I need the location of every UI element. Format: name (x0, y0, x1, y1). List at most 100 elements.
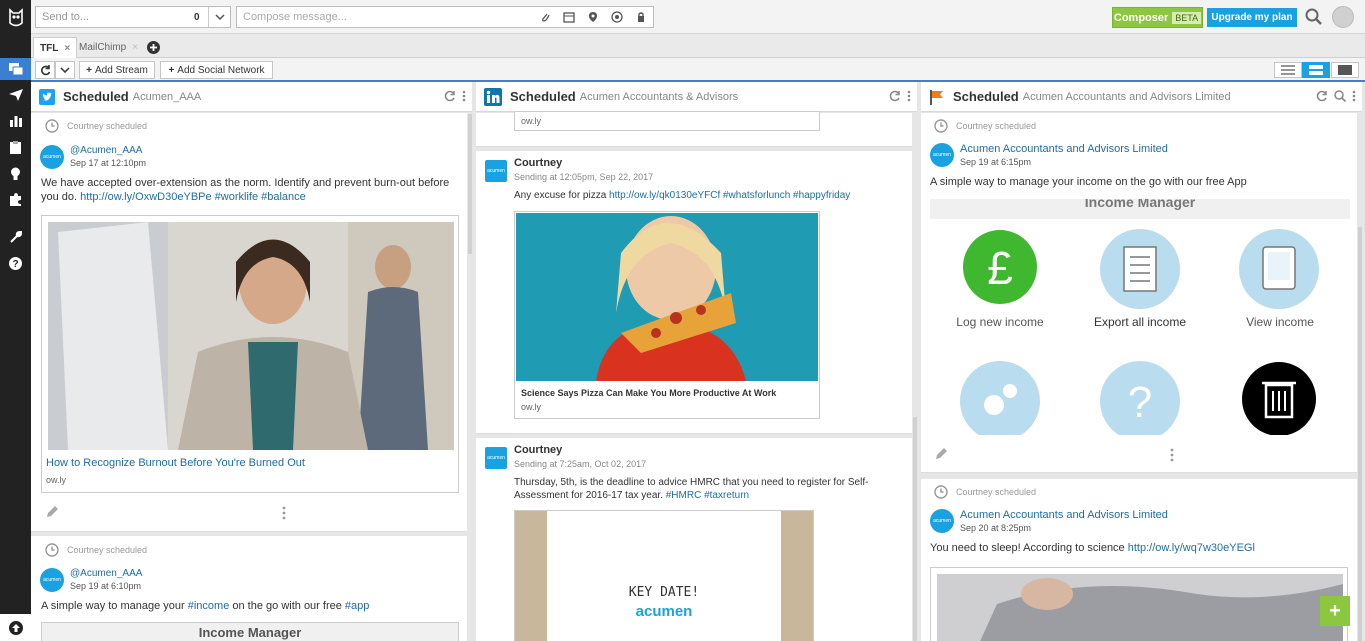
more-vertical-icon[interactable] (282, 506, 286, 520)
more-vertical-icon[interactable] (1170, 448, 1174, 462)
scheduled-message-card[interactable]: acumen Courtney Sending at 12:05pm, Sep … (476, 151, 912, 434)
add-tab-button[interactable] (141, 37, 166, 58)
user-avatar[interactable] (1332, 6, 1354, 28)
side-navigation: ? (0, 34, 31, 641)
image-preview[interactable]: Income Manager (41, 622, 459, 641)
scheduled-by-text: Courtney scheduled (956, 487, 1037, 497)
image-preview[interactable]: KEY DATE! acumen (514, 510, 814, 641)
profile-handle[interactable]: @Acumen_AAA (70, 568, 142, 579)
location-icon[interactable] (581, 7, 605, 27)
scheduled-message-card[interactable]: ow.ly (476, 111, 912, 147)
avatar[interactable]: acumen (40, 145, 64, 169)
column-header: Scheduled Acumen Accountants and Advisor… (921, 82, 1362, 112)
calendar-icon[interactable] (557, 7, 581, 27)
scheduled-time[interactable]: Sep 19 at 6:15pm (960, 157, 1031, 167)
publisher-icon[interactable] (0, 84, 31, 106)
apps-puzzle-icon[interactable] (0, 188, 31, 210)
more-vertical-icon[interactable] (462, 90, 466, 102)
close-icon[interactable]: × (132, 42, 138, 53)
scheduled-message-card[interactable]: Courtney scheduled acumen Acumen Account… (921, 113, 1357, 473)
clock-icon (934, 119, 948, 133)
refresh-options-button[interactable] (55, 61, 75, 79)
message-tags[interactable]: #worklife #balance (215, 191, 306, 203)
view-columns-button[interactable] (1302, 62, 1330, 78)
message-tag[interactable]: #app (345, 600, 369, 612)
composer-button[interactable]: Composer BETA (1112, 7, 1203, 28)
view-list-button[interactable] (1274, 62, 1302, 78)
column-scrollbar[interactable] (1358, 227, 1362, 641)
link-title[interactable]: Science Says Pizza Can Make You More Pro… (521, 388, 776, 398)
upload-icon[interactable] (0, 614, 31, 641)
avatar[interactable]: acumen (40, 568, 64, 592)
clock-icon (45, 119, 59, 133)
scheduled-message-card[interactable]: Courtney scheduled acumen Acumen Account… (921, 479, 1357, 641)
message-link[interactable]: http://ow.ly/qk0130eYFCf (609, 190, 720, 201)
help-icon[interactable]: ? (0, 252, 31, 274)
hootsuite-logo[interactable] (0, 0, 31, 34)
tools-wrench-icon[interactable] (0, 226, 31, 248)
scheduled-message-card[interactable]: acumen Courtney Sending at 7:25am, Oct 0… (476, 438, 912, 641)
message-link[interactable]: http://ow.ly/wq7w30eYEGl (1128, 542, 1255, 554)
scheduled-message-card[interactable]: Courtney scheduled acumen @Acumen_AAA Se… (31, 113, 467, 532)
profile-name[interactable]: Acumen Accountants and Advisors Limited (960, 509, 1168, 521)
scheduled-time[interactable]: Sep 17 at 12:10pm (70, 158, 146, 168)
avatar[interactable]: acumen (485, 447, 507, 469)
scheduled-time[interactable]: Sep 20 at 8:25pm (960, 523, 1031, 533)
edit-pencil-icon[interactable] (934, 447, 948, 461)
add-floating-button[interactable]: + (1320, 596, 1350, 626)
image-preview[interactable]: Income Manager £ Log new income Export a… (930, 199, 1350, 435)
refresh-icon[interactable] (444, 90, 456, 102)
scheduled-time[interactable]: Sep 19 at 6:10pm (70, 581, 141, 591)
tab-mailchimp[interactable]: MailChimp × (73, 37, 144, 58)
refresh-button[interactable] (35, 61, 55, 79)
campaigns-icon[interactable] (0, 162, 31, 184)
send-to-field[interactable]: Send to... 0 (35, 6, 231, 28)
edit-pencil-icon[interactable] (45, 505, 59, 519)
compose-message-input[interactable]: Compose message... (236, 6, 654, 28)
scheduled-message-card[interactable]: Courtney scheduled acumen @Acumen_AAA Se… (31, 536, 467, 641)
settings-gears-icon (960, 361, 1040, 435)
sending-time: Sending at 7:25am, Oct 02, 2017 (514, 459, 647, 469)
avatar[interactable]: acumen (485, 160, 507, 182)
column-title: Scheduled (510, 89, 576, 104)
analytics-icon[interactable] (0, 110, 31, 132)
search-icon[interactable] (1305, 8, 1325, 28)
link-preview[interactable]: How to Recognize Burnout Before You're B… (41, 215, 459, 493)
message-link[interactable]: http://ow.ly/OxwD30eYBPe (80, 191, 211, 203)
streams-icon[interactable] (0, 58, 31, 80)
svg-text:?: ? (1128, 378, 1152, 427)
more-vertical-icon[interactable] (907, 90, 911, 102)
more-vertical-icon[interactable] (1352, 90, 1356, 102)
message-tag[interactable]: #income (188, 600, 230, 612)
view-wide-button[interactable] (1331, 62, 1359, 78)
author-name[interactable]: Courtney (514, 157, 562, 169)
author-name[interactable]: Courtney (514, 444, 562, 456)
column-scrollbar[interactable] (913, 417, 917, 641)
search-icon[interactable] (1334, 90, 1346, 102)
add-social-network-button[interactable]: + Add Social Network (160, 61, 273, 79)
profile-name[interactable]: Acumen Accountants and Advisors Limited (960, 143, 1168, 155)
chevron-down-icon[interactable] (208, 7, 230, 27)
refresh-icon[interactable] (1316, 90, 1328, 102)
assignments-icon[interactable] (0, 136, 31, 158)
add-stream-label: Add Stream (95, 64, 148, 76)
link-preview[interactable]: ow.ly (514, 111, 820, 131)
message-tags[interactable]: #HMRC #taxreturn (666, 490, 749, 501)
refresh-icon[interactable] (889, 90, 901, 102)
globe-icon[interactable] (605, 7, 629, 27)
attachment-icon[interactable] (533, 7, 557, 27)
link-title[interactable]: How to Recognize Burnout Before You're B… (46, 457, 305, 469)
link-preview[interactable]: Science Says Pizza Can Make You More Pro… (514, 211, 820, 419)
tab-tfl[interactable]: TFL × (33, 37, 78, 58)
avatar[interactable]: acumen (930, 509, 954, 533)
column-subtitle: Acumen Accountants and Advisors Limited (1022, 90, 1231, 103)
close-icon[interactable]: × (64, 43, 70, 54)
upgrade-plan-button[interactable]: Upgrade my plan (1207, 8, 1297, 27)
lock-icon[interactable] (629, 7, 653, 27)
add-stream-button[interactable]: + Add Stream (79, 61, 155, 79)
avatar[interactable]: acumen (930, 143, 954, 167)
image-preview[interactable] (930, 567, 1348, 641)
column-scrollbar[interactable] (468, 114, 472, 254)
message-tags[interactable]: #whatsforlunch #happyfriday (723, 190, 850, 201)
profile-handle[interactable]: @Acumen_AAA (70, 145, 142, 156)
